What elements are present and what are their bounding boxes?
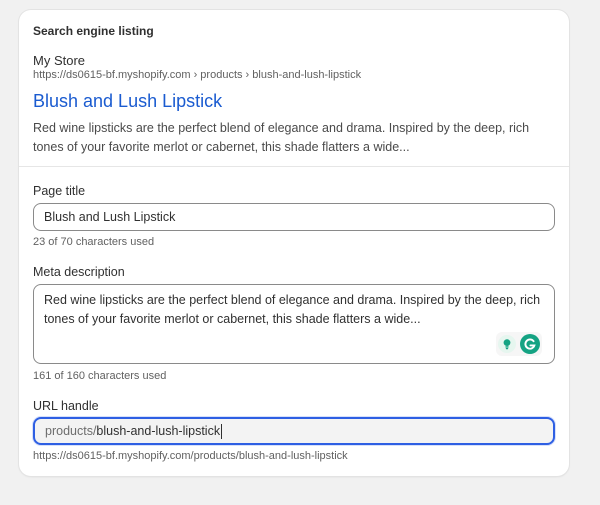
preview-description: Red wine lipsticks are the perfect blend… [33, 121, 530, 154]
lightbulb-icon[interactable] [498, 335, 516, 353]
section-title: Search engine listing [33, 24, 154, 38]
meta-description-textarea[interactable]: Red wine lipsticks are the perfect blend… [33, 284, 555, 364]
meta-description-help: 161 of 160 characters used [33, 370, 167, 382]
preview-store-name: My Store [33, 53, 86, 68]
page-title-input[interactable] [33, 203, 555, 231]
grammarly-widget[interactable] [496, 332, 542, 356]
url-handle-label: URL handle [33, 399, 99, 413]
divider [19, 166, 569, 167]
url-handle-input[interactable]: products/blush-and-lush-lipstick [33, 417, 555, 445]
page-title-help: 23 of 70 characters used [33, 236, 155, 248]
grammarly-icon[interactable] [520, 334, 540, 354]
url-handle-help: https://ds0615-bf.myshopify.com/products… [33, 450, 348, 462]
search-engine-listing-card: Search engine listing My Store https://d… [19, 10, 569, 476]
url-handle-prefix: products/ [45, 424, 97, 438]
meta-description-label: Meta description [33, 265, 125, 279]
text-caret [221, 423, 223, 439]
url-handle-value: blush-and-lush-lipstick [96, 424, 221, 438]
meta-description-text: Red wine lipsticks are the perfect blend… [44, 293, 541, 326]
preview-title-link[interactable]: Blush and Lush Lipstick [33, 91, 222, 112]
preview-url: https://ds0615-bf.myshopify.com › produc… [33, 69, 362, 81]
page-title-label: Page title [33, 184, 86, 198]
